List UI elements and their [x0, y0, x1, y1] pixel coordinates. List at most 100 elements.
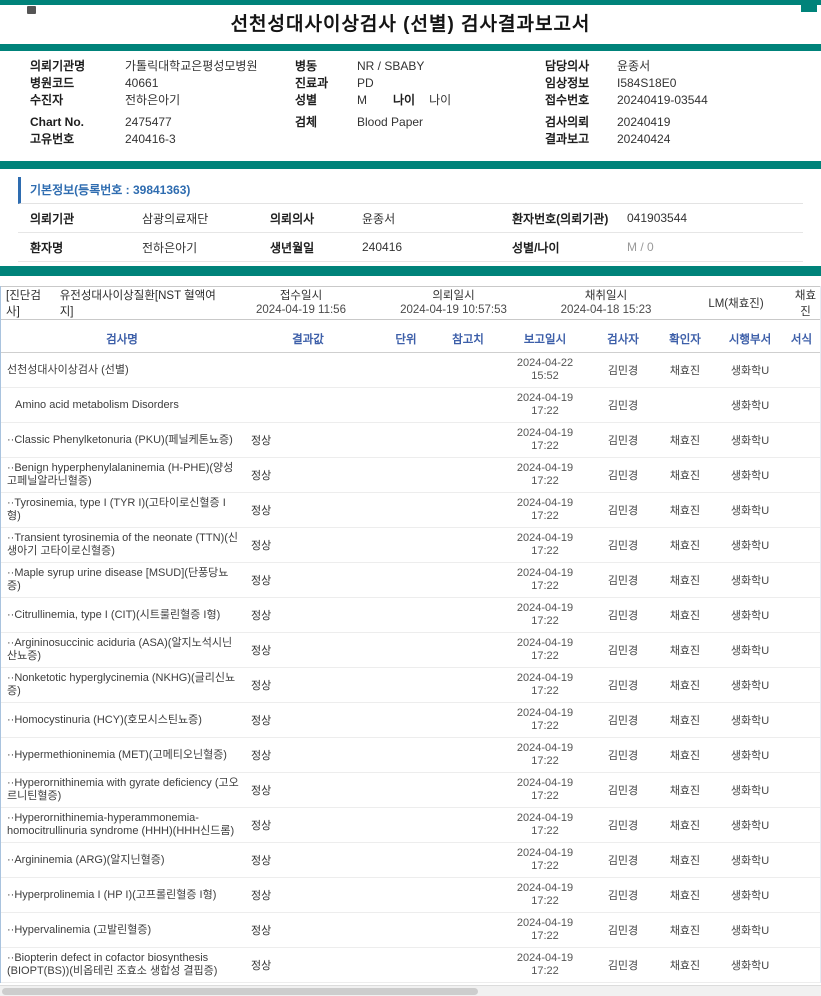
verifier-cell: 채효진 [653, 502, 717, 518]
report-page: 선천성대사이상검사 (선별) 검사결과보고서 의뢰기관명가톨릭대학교은평성모병원… [0, 0, 821, 996]
reported-datetime-cell: 2024-04-1917:22 [497, 742, 593, 768]
result-value-cell: 정상 [243, 852, 373, 868]
verifier-cell: 채효진 [653, 607, 717, 623]
reported-datetime-cell: 2024-04-1917:22 [497, 567, 593, 593]
department-cell: 생화학U [717, 362, 783, 378]
field-label: 나이 [393, 92, 415, 109]
reported-datetime-cell: 2024-04-2215:52 [497, 357, 593, 383]
result-row[interactable]: ··Classic Phenylketonuria (PKU)(페닐케톤뇨증)정… [1, 423, 820, 458]
test-name-cell: ··Tyrosinemia, type I (TYR I)(고타이로신혈증 I형… [1, 494, 243, 526]
field-value: 전하은아기 [125, 92, 180, 109]
reported-datetime-cell: 2024-04-1917:22 [497, 637, 593, 663]
verifier-cell: 채효진 [653, 642, 717, 658]
result-value-cell: 정상 [243, 572, 373, 588]
horizontal-scrollbar-thumb[interactable] [2, 988, 478, 995]
info-field: Chart No.2475477 [30, 114, 295, 131]
field-value: 전하은아기 [142, 239, 270, 256]
verifier-cell: 채효진 [653, 572, 717, 588]
order-summary-row[interactable]: [진단검사] 유전성대사이상질환[NST 혈액여지] 접수일시2024-04-1… [1, 286, 820, 320]
result-row[interactable]: ··Hyperprolinemia I (HP I)(고프롤린혈증 I형)정상2… [1, 878, 820, 913]
order-time-value: 2024-04-19 10:57:53 [376, 303, 531, 317]
field-label: 수진자 [30, 92, 125, 109]
info-field: 검체Blood Paper [295, 114, 545, 131]
tester-cell: 김민경 [593, 467, 653, 483]
result-row[interactable]: ··Benign hyperphenylalaninemia (H-PHE)(양… [1, 458, 820, 493]
basic-info-row: 의뢰기관삼광의료재단의뢰의사윤종서환자번호(의뢰기관)041903544 [18, 204, 803, 233]
field-value: 20240424 [617, 131, 670, 148]
result-row[interactable]: ··Hyperornithinemia with gyrate deficien… [1, 773, 820, 808]
verifier-cell: 채효진 [653, 852, 717, 868]
result-row[interactable]: ··Citrullinemia, type I (CIT)(시트룰린혈증 I형)… [1, 598, 820, 633]
result-row[interactable]: ··Hypervalinemia (고발린혈증)정상2024-04-1917:2… [1, 913, 820, 948]
column-header-2: 단위 [373, 331, 439, 347]
field-label: 환자명 [30, 239, 142, 256]
patient-info-section: 의뢰기관명가톨릭대학교은평성모병원병원코드40661수진자전하은아기 Chart … [0, 51, 821, 161]
result-row[interactable]: ··Homocystinuria (HCY)(호모시스틴뇨증)정상2024-04… [1, 703, 820, 738]
field-label: 진료과 [295, 75, 357, 92]
result-row[interactable]: 선천성대사이상검사 (선별)2024-04-2215:52김민경채효진생화학U [1, 353, 820, 388]
info-field: 의뢰기관명가톨릭대학교은평성모병원 [30, 58, 295, 75]
result-row[interactable]: ··Nonketotic hyperglycinemia (NKHG)(글리신뇨… [1, 668, 820, 703]
result-row[interactable]: ··Biopterin defect in cofactor biosynthe… [1, 948, 820, 983]
corner-accent [801, 5, 817, 12]
department-cell: 생화학U [717, 642, 783, 658]
field-value: PD [357, 75, 374, 92]
test-name-cell: ··Nonketotic hyperglycinemia (NKHG)(글리신뇨… [1, 669, 243, 701]
horizontal-scrollbar[interactable] [0, 985, 821, 996]
info-field: 성별M나이나이 [295, 92, 545, 109]
result-row[interactable]: ··Transient tyrosinemia of the neonate (… [1, 528, 820, 563]
result-row[interactable]: ··Hypermethioninemia (MET)(고메티오닌혈증)정상202… [1, 738, 820, 773]
test-name-cell: ··Homocystinuria (HCY)(호모시스틴뇨증) [1, 711, 243, 730]
test-name-cell: ··Hyperornithinemia-hyperammonemia-homoc… [1, 809, 243, 841]
field-value: Blood Paper [357, 114, 423, 131]
test-name-cell: ··Citrullinemia, type I (CIT)(시트룰린혈증 I형) [1, 606, 243, 625]
result-value-cell: 정상 [243, 817, 373, 833]
info-column-right: 담당의사윤종서임상정보I584S18E0접수번호20240419-03544검사… [545, 58, 821, 148]
tester-cell: 김민경 [593, 397, 653, 413]
results-table-body: 선천성대사이상검사 (선별)2024-04-2215:52김민경채효진생화학UA… [1, 353, 820, 983]
verifier-cell: 채효진 [653, 432, 717, 448]
verifier-cell: 채효진 [653, 677, 717, 693]
result-row[interactable]: ··Hyperornithinemia-hyperammonemia-homoc… [1, 808, 820, 843]
field-value: 윤종서 [617, 58, 650, 75]
tester-cell: 김민경 [593, 887, 653, 903]
result-row[interactable]: ··Maple syrup urine disease [MSUD](단풍당뇨증… [1, 563, 820, 598]
info-column-left: 의뢰기관명가톨릭대학교은평성모병원병원코드40661수진자전하은아기 Chart … [30, 58, 295, 148]
department-cell: 생화학U [717, 817, 783, 833]
department-cell: 생화학U [717, 957, 783, 973]
test-name-cell: ··Argininemia (ARG)(알지닌혈증) [1, 851, 243, 870]
order-test-name: 유전성대사이상질환[NST 혈액여지] [60, 287, 226, 319]
field-label: 병원코드 [30, 75, 125, 92]
verifier-cell: 채효진 [653, 362, 717, 378]
field-value: M / 0 [627, 240, 803, 254]
result-row[interactable]: ··Argininemia (ARG)(알지닌혈증)정상 2024-04-1917… [1, 843, 820, 878]
result-value-cell: 정상 [243, 922, 373, 938]
result-row[interactable]: ··Argininosuccinic aciduria (ASA)(알지노석시닌… [1, 633, 820, 668]
result-value-cell: 정상 [243, 537, 373, 553]
result-row[interactable]: ··Tyrosinemia, type I (TYR I)(고타이로신혈증 I형… [1, 493, 820, 528]
result-value-cell: 정상 [243, 467, 373, 483]
reported-datetime-cell: 2024-04-1917:22 [497, 777, 593, 803]
page-title: 선천성대사이상검사 (선별) 검사결과보고서 [0, 12, 821, 38]
column-header-7: 시행부서 [717, 331, 783, 347]
info-field: 병원코드40661 [30, 75, 295, 92]
field-label: 의뢰의사 [270, 210, 362, 227]
order-time: 의뢰일시2024-04-19 10:57:53 [376, 289, 531, 317]
result-value-cell: 정상 [243, 887, 373, 903]
field-label: 담당의사 [545, 58, 617, 75]
verifier-cell: 채효진 [653, 537, 717, 553]
result-value-cell: 정상 [243, 432, 373, 448]
test-name-cell: ··Classic Phenylketonuria (PKU)(페닐케톤뇨증) [1, 431, 243, 450]
field-value: 041903544 [627, 211, 803, 225]
field-value: 20240419-03544 [617, 92, 708, 109]
order-time-value: 2024-04-18 15:23 [531, 303, 681, 317]
test-name-cell: ··Hyperprolinemia I (HP I)(고프롤린혈증 I형) [1, 886, 243, 905]
result-row[interactable]: Amino acid metabolism Disorders2024-04-1… [1, 388, 820, 423]
tester-cell: 김민경 [593, 922, 653, 938]
department-cell: 생화학U [717, 922, 783, 938]
field-value: M [357, 92, 367, 109]
order-collector: LM(채효진) [681, 295, 791, 311]
info-field: 결과보고20240424 [545, 131, 821, 148]
reported-datetime-cell: 2024-04-1917:22 [497, 847, 593, 873]
result-value-cell: 정상 [243, 607, 373, 623]
